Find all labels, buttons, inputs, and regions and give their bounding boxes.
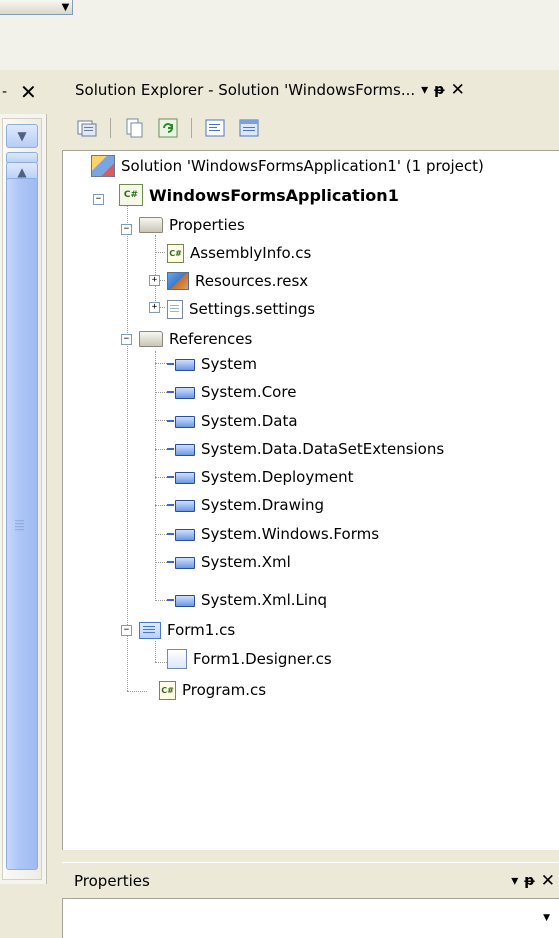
reference-icon [167, 471, 195, 484]
pin-icon[interactable]: ᵽ [524, 873, 534, 889]
expand-settings-toggle[interactable]: + [149, 302, 160, 313]
window-position-dropdown-icon[interactable]: ▾ [511, 873, 518, 889]
designer-file-icon [167, 649, 187, 669]
tree-item-reference[interactable]: System.Deployment [167, 465, 353, 489]
solution-explorer-title: Solution Explorer - Solution 'WindowsFor… [75, 81, 416, 99]
toolbar-separator [110, 118, 111, 138]
close-icon[interactable]: ✕ [541, 871, 555, 891]
scroll-grip-icon: ― ― ― ― [15, 516, 24, 535]
solution-explorer-title-bar: Solution Explorer - Solution 'WindowsFor… [62, 75, 559, 105]
solution-explorer-tree: − − + + − − Solution 'WindowsFormsApplic… [62, 150, 559, 851]
properties-title: Properties [74, 872, 150, 890]
reference-icon [167, 556, 195, 569]
tree-item-reference[interactable]: System [167, 352, 257, 376]
close-icon[interactable]: ✕ [20, 80, 37, 104]
reference-icon [167, 443, 195, 456]
tree-item-references-folder[interactable]: References [139, 327, 252, 351]
chevron-down-icon[interactable]: ▼ [543, 913, 550, 923]
csharp-file-icon: C# [167, 243, 184, 263]
tree-item-reference[interactable]: System.Xml.Linq [167, 588, 327, 612]
left-panel-dash: - [2, 84, 8, 100]
toolbar-separator [191, 118, 192, 138]
scroll-dropdown-button[interactable]: ▼ [6, 124, 38, 148]
reference-icon [167, 386, 195, 399]
tree-item-assemblyinfo[interactable]: C# AssemblyInfo.cs [167, 241, 311, 265]
tree-item-reference[interactable]: System.Windows.Forms [167, 522, 379, 546]
tree-item-resources[interactable]: Resources.resx [167, 269, 308, 293]
folder-icon [139, 331, 163, 347]
window-position-dropdown-icon[interactable]: ▾ [421, 82, 428, 98]
panel-splitter[interactable] [62, 850, 559, 862]
show-all-files-icon[interactable] [123, 117, 145, 139]
reference-icon [167, 415, 195, 428]
form-icon [139, 621, 161, 639]
tree-item-reference[interactable]: System.Drawing [167, 493, 324, 517]
tree-item-form1[interactable]: Form1.cs [139, 618, 235, 642]
reference-icon [167, 528, 195, 541]
tree-item-reference[interactable]: System.Xml [167, 550, 291, 574]
resx-icon [167, 272, 189, 290]
pin-icon[interactable]: ᵽ [434, 82, 444, 98]
tree-item-project[interactable]: C# WindowsFormsApplication1 [119, 183, 399, 207]
tree-item-settings[interactable]: Settings.settings [167, 297, 315, 321]
chevron-down-icon[interactable]: ▼ [58, 0, 73, 14]
refresh-icon[interactable] [157, 117, 179, 139]
csharp-file-icon: C# [159, 680, 176, 700]
tree-item-program[interactable]: C# Program.cs [159, 678, 266, 702]
chevron-down-icon: ▼ [17, 129, 27, 143]
collapse-properties-toggle[interactable]: − [121, 224, 132, 235]
close-icon[interactable]: ✕ [451, 80, 465, 100]
collapse-form1-toggle[interactable]: − [121, 625, 132, 636]
csharp-project-icon: C# [119, 184, 143, 206]
reference-icon [167, 499, 195, 512]
properties-object-selector[interactable]: ▼ [62, 898, 559, 938]
settings-file-icon [167, 299, 183, 319]
tree-item-form1-designer[interactable]: Form1.Designer.cs [167, 647, 332, 671]
tree-item-solution[interactable]: Solution 'WindowsFormsApplication1' (1 p… [91, 154, 484, 178]
view-designer-icon[interactable] [238, 117, 260, 139]
toolbar-area [0, 0, 559, 70]
solution-icon [91, 155, 115, 177]
solution-explorer-toolbar [62, 108, 559, 148]
properties-icon[interactable] [76, 117, 98, 139]
tree-item-reference[interactable]: System.Core [167, 380, 296, 404]
expand-resources-toggle[interactable]: + [149, 275, 160, 286]
reference-icon [167, 358, 195, 371]
reference-icon [167, 594, 195, 607]
tree-item-reference[interactable]: System.Data [167, 409, 298, 433]
tree-item-properties-folder[interactable]: Properties [139, 213, 245, 237]
collapse-references-toggle[interactable]: − [121, 334, 132, 345]
view-code-icon[interactable] [204, 117, 226, 139]
chevron-up-icon: ▲ [17, 165, 27, 179]
properties-title-bar: Properties ▾ ᵽ ✕ [62, 862, 559, 899]
collapse-project-toggle[interactable]: − [93, 194, 104, 205]
tree-item-reference[interactable]: System.Data.DataSetExtensions [167, 437, 444, 461]
folder-icon [139, 217, 163, 233]
